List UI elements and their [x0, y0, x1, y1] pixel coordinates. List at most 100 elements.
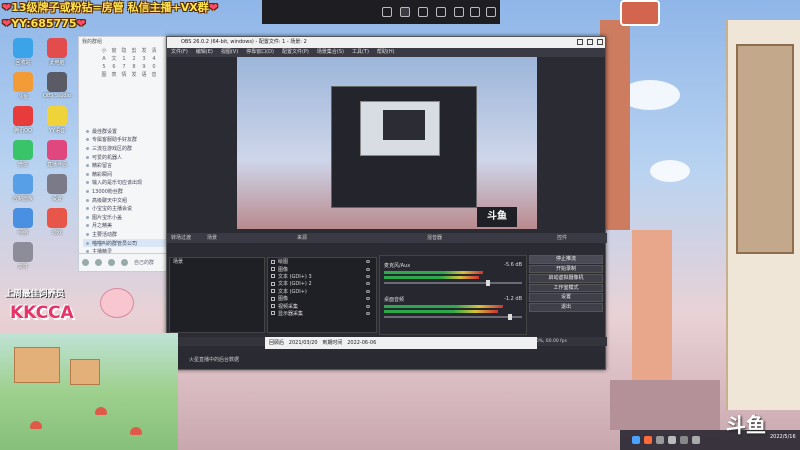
source-item[interactable]: 图像: [268, 295, 376, 302]
keypad-key[interactable]: 4: [149, 55, 159, 63]
desktop-icon[interactable]: [47, 38, 67, 58]
keypad-key[interactable]: A: [99, 55, 109, 63]
visibility-icon[interactable]: [366, 260, 370, 264]
volume-icon[interactable]: [680, 436, 688, 444]
volume-slider-handle[interactable]: [508, 314, 513, 320]
source-item[interactable]: 显示器采集: [268, 310, 376, 317]
keypad-key[interactable]: 发: [139, 47, 149, 55]
tray-icon[interactable]: [632, 436, 640, 444]
visibility-icon[interactable]: [366, 267, 370, 271]
microphone-icon[interactable]: [95, 259, 102, 266]
desktop-icon[interactable]: [13, 140, 33, 160]
keypad-key[interactable]: 1: [119, 55, 129, 63]
network-icon[interactable]: [692, 436, 700, 444]
keypad-key[interactable]: 6: [109, 63, 119, 71]
maximize-icon[interactable]: [470, 7, 480, 17]
source-item[interactable]: 图像: [268, 265, 376, 273]
desktop-icon[interactable]: [13, 174, 33, 194]
keypad-key[interactable]: 0: [149, 63, 159, 71]
obs-menu-item[interactable]: 视图(V): [221, 48, 238, 57]
file-icon[interactable]: [121, 259, 128, 266]
keypad-key[interactable]: 8: [129, 63, 139, 71]
source-item[interactable]: 文本 (GDI+) 2: [268, 280, 376, 287]
obs-menu-item[interactable]: 配置文件(P): [282, 48, 309, 57]
desktop-icon[interactable]: [13, 242, 33, 262]
keypad-key[interactable]: 9: [139, 63, 149, 71]
keypad-key[interactable]: 图: [99, 71, 109, 79]
keypad-key[interactable]: 7: [119, 63, 129, 71]
controller-icon[interactable]: [436, 7, 446, 17]
desktop-icon[interactable]: [47, 72, 67, 92]
image-icon[interactable]: [108, 259, 115, 266]
keypad-key[interactable]: 窗: [109, 47, 119, 55]
visibility-icon[interactable]: [366, 297, 370, 301]
keypad-key[interactable]: 5: [99, 63, 109, 71]
keypad-key[interactable]: 表: [109, 71, 119, 79]
minimize-icon[interactable]: [577, 39, 583, 45]
keypad-key[interactable]: 音: [149, 71, 159, 79]
screen-icon[interactable]: [382, 7, 392, 17]
chat-group-item[interactable]: 月之精美: [83, 222, 167, 231]
volume-slider[interactable]: [384, 314, 522, 320]
scene-item[interactable]: 场景: [170, 258, 264, 265]
keypad-key[interactable]: 语: [139, 71, 149, 79]
volume-slider-handle[interactable]: [486, 280, 491, 286]
control-button[interactable]: 开始录制: [529, 264, 603, 274]
keypad-key[interactable]: 隐: [119, 47, 129, 55]
obs-menu-item[interactable]: 场景集合(S): [317, 48, 344, 57]
chat-group-item[interactable]: 图片宝乐小盖: [83, 213, 167, 222]
obs-title-bar[interactable]: OBS 26.0.2 (64-bit, windows) - 配置文件: 1 -…: [167, 37, 605, 48]
control-button[interactable]: 工作室模式: [529, 283, 603, 293]
source-item[interactable]: 文本 (GDI+): [268, 288, 376, 295]
chat-group-item[interactable]: 可爱的机器人: [83, 153, 167, 162]
minimize-icon[interactable]: [454, 7, 464, 17]
control-button[interactable]: 设置: [529, 293, 603, 302]
visibility-icon[interactable]: [366, 311, 370, 315]
visibility-icon[interactable]: [366, 282, 370, 286]
obs-menu-item[interactable]: 文件(F): [171, 48, 188, 57]
chat-group-item[interactable]: 喵喵叫的群管员公司: [83, 238, 167, 248]
obs-menu-item[interactable]: 停靠窗口(D): [246, 48, 274, 57]
source-item[interactable]: 视频采集: [268, 302, 376, 310]
close-icon[interactable]: [486, 7, 496, 17]
chat-group-item[interactable]: 小宝宝的主播会说: [83, 204, 167, 213]
desktop-icon[interactable]: [13, 72, 33, 92]
desktop-icon[interactable]: [47, 208, 67, 228]
source-item[interactable]: 绘图: [268, 258, 376, 265]
source-item[interactable]: 文本 (GDI+) 3: [268, 273, 376, 280]
control-button[interactable]: 退出: [529, 302, 603, 312]
close-icon[interactable]: [597, 39, 603, 45]
keypad-key[interactable]: 3: [139, 55, 149, 63]
desktop-icon[interactable]: [13, 106, 33, 126]
chat-group-item[interactable]: 主要活动群: [83, 230, 167, 239]
obs-window[interactable]: OBS 26.0.2 (64-bit, windows) - 配置文件: 1 -…: [166, 36, 607, 370]
tray-icon[interactable]: [668, 436, 676, 444]
keypad-key[interactable]: 2: [129, 55, 139, 63]
visibility-icon[interactable]: [366, 289, 370, 293]
keypad-key[interactable]: 情: [119, 71, 129, 79]
obs-menu-item[interactable]: 帮助(H): [377, 48, 395, 57]
chat-group-item[interactable]: 三流在游戏区的群: [83, 144, 167, 153]
source-list[interactable]: 绘图 图像 文本 (GDI+) 3 文本 (GDI+) 2 文本 (GDI+) 图像 视频采…: [267, 257, 377, 333]
control-button[interactable]: 停止推流: [529, 255, 603, 264]
maximize-icon[interactable]: [587, 39, 593, 45]
chat-group-item[interactable]: 精彩瞬间: [83, 170, 167, 179]
obs-menu-item[interactable]: 编辑(E): [196, 48, 213, 57]
emoji-icon[interactable]: [82, 259, 89, 266]
desktop-icon[interactable]: [47, 174, 67, 194]
keypad-key[interactable]: 发: [129, 71, 139, 79]
tray-icon[interactable]: [656, 436, 664, 444]
keypad-key[interactable]: 清: [149, 47, 159, 55]
chat-group-item[interactable]: 高级聊天中文组: [83, 196, 167, 205]
keypad-key[interactable]: 小: [99, 47, 109, 55]
visibility-icon[interactable]: [366, 274, 370, 278]
keypad-key[interactable]: 文: [109, 55, 119, 63]
desktop-icon[interactable]: [13, 38, 33, 58]
chat-group-item[interactable]: 输入的是乐句应该出现: [83, 179, 167, 188]
desktop-icon[interactable]: [47, 106, 67, 126]
tray-icon[interactable]: [644, 436, 652, 444]
volume-slider[interactable]: [384, 280, 522, 286]
obs-menu-item[interactable]: 工具(T): [352, 48, 369, 57]
visibility-icon[interactable]: [366, 304, 370, 308]
control-button[interactable]: 启动虚拟摄像机: [529, 274, 603, 283]
